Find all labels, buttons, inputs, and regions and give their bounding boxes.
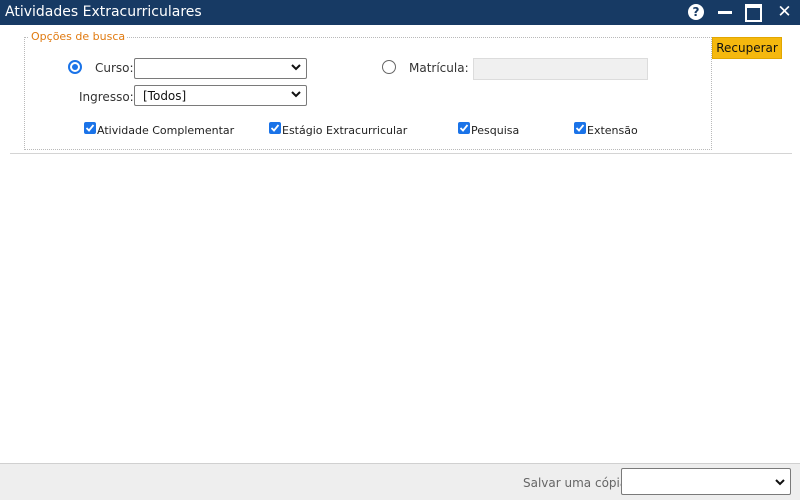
- curso-radio[interactable]: [68, 60, 82, 74]
- matricula-label: Matrícula:: [409, 61, 469, 75]
- maximize-button[interactable]: [745, 4, 762, 22]
- checkmark-icon: [459, 124, 469, 132]
- minimize-button[interactable]: [717, 4, 734, 21]
- checkbox-label-extensao: Extensão: [587, 124, 638, 137]
- salvar-copia-select[interactable]: [621, 468, 791, 495]
- ingresso-label: Ingresso:: [79, 90, 134, 104]
- matricula-radio[interactable]: [382, 60, 396, 74]
- curso-select[interactable]: [134, 58, 307, 79]
- minimize-icon: [718, 11, 732, 14]
- chevron-down-icon: [775, 479, 785, 486]
- content-divider: [10, 153, 792, 154]
- salvar-copia-label: Salvar uma cópia:: [523, 476, 632, 490]
- checkbox-extensao[interactable]: [574, 122, 586, 134]
- close-button[interactable]: ✕: [776, 4, 793, 21]
- help-icon: ?: [688, 4, 704, 20]
- footer-bar: Salvar uma cópia:: [0, 463, 800, 500]
- matricula-input[interactable]: [473, 58, 648, 80]
- chevron-down-icon: [291, 64, 301, 71]
- checkbox-label-atividade-complementar: Atividade Complementar: [97, 124, 235, 137]
- recuperar-button[interactable]: Recuperar: [712, 37, 782, 59]
- checkmark-icon: [85, 124, 95, 132]
- checkmark-icon: [575, 124, 585, 132]
- close-icon: ✕: [777, 2, 792, 22]
- ingresso-select-value: [Todos]: [143, 89, 187, 103]
- checkbox-label-pesquisa: Pesquisa: [471, 124, 520, 137]
- checkbox-label-estagio-extracurricular: Estágio Extracurricular: [282, 124, 408, 137]
- maximize-icon: [745, 4, 762, 22]
- search-options-legend: Opções de busca: [29, 30, 128, 43]
- help-button[interactable]: ?: [688, 4, 705, 21]
- checkbox-atividade-complementar[interactable]: [84, 122, 96, 134]
- checkmark-icon: [270, 124, 280, 132]
- ingresso-select[interactable]: [Todos]: [134, 85, 307, 106]
- chevron-down-icon: [291, 91, 301, 98]
- window-title: Atividades Extracurriculares: [5, 4, 202, 20]
- curso-label: Curso:: [95, 61, 134, 75]
- checkbox-pesquisa[interactable]: [458, 122, 470, 134]
- checkbox-estagio-extracurricular[interactable]: [269, 122, 281, 134]
- window-titlebar: Atividades Extracurriculares ? ✕: [0, 0, 800, 25]
